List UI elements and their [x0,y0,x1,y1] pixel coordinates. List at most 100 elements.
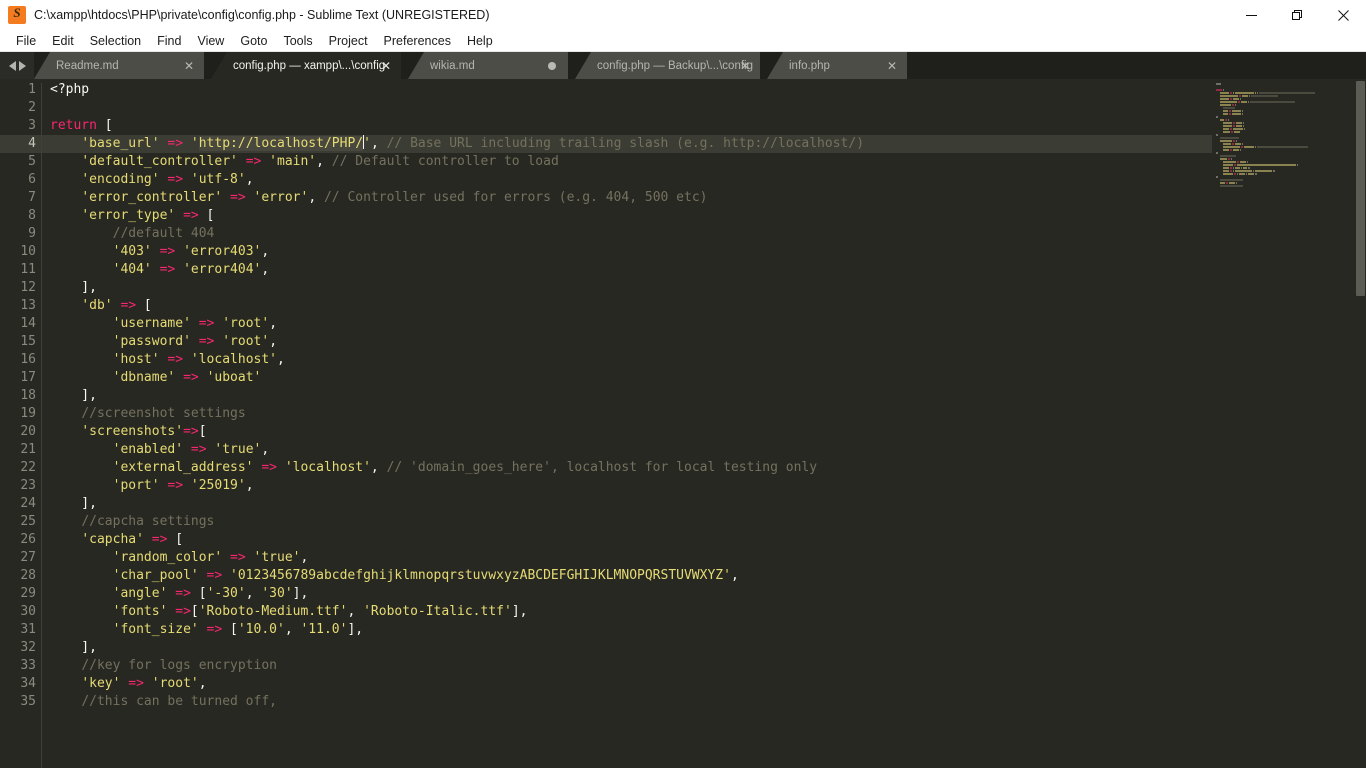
code-line[interactable]: 'random_color' => 'true', [46,549,1366,567]
code-content[interactable]: <?php return [ 'base_url' => 'http://loca… [46,79,1366,768]
token-str: 'error_type' [81,208,175,223]
token-pun: , [269,316,277,331]
code-line[interactable]: 'port' => '25019', [46,477,1366,495]
menu-item-goto[interactable]: Goto [232,32,275,50]
code-line[interactable]: 'char_pool' => '0123456789abcdefghijklmn… [46,567,1366,585]
tab-close-icon[interactable]: ✕ [381,60,391,72]
code-line[interactable]: 'enabled' => 'true', [46,441,1366,459]
code-line[interactable]: //capcha settings [46,513,1366,531]
code-line[interactable]: ], [46,387,1366,405]
code-line[interactable]: '404' => 'error404', [46,261,1366,279]
token-pun: ], [50,496,97,511]
menu-item-selection[interactable]: Selection [82,32,149,50]
tab-close-icon[interactable]: ✕ [740,60,750,72]
code-line[interactable]: 'password' => 'root', [46,333,1366,351]
token-str: '25019' [191,478,246,493]
menu-item-file[interactable]: File [8,32,44,50]
minimap-segment [1220,92,1229,94]
token-str: 'base_url' [81,136,159,151]
code-line[interactable]: 'username' => 'root', [46,315,1366,333]
token-pun: , [285,622,301,637]
arrow-right-icon[interactable] [19,61,26,71]
code-line[interactable]: 'db' => [ [46,297,1366,315]
menu-item-help[interactable]: Help [459,32,501,50]
token-pun: [ [97,118,113,133]
tab-config-php[interactable]: config.php — xampp\...\config✕ [211,52,401,79]
code-line[interactable]: 'external_address' => 'localhost', // 'd… [46,459,1366,477]
code-line[interactable]: //this can be turned off, [46,693,1366,711]
code-line[interactable]: 'angle' => ['-30', '30'], [46,585,1366,603]
tab-label: Readme.md [56,60,119,72]
minimap-segment [1251,95,1278,97]
minimap-segment [1240,98,1241,100]
minimap-segment [1242,113,1243,115]
code-line[interactable]: ], [46,279,1366,297]
minimap-segment [1223,107,1235,109]
token-pun: , [246,586,262,601]
minimap[interactable] [1212,79,1354,768]
horizontal-scrollbar[interactable] [46,759,1354,768]
code-line[interactable]: //screenshot settings [46,405,1366,423]
code-line[interactable]: 'error_type' => [ [46,207,1366,225]
minimap-segment [1235,143,1241,145]
code-line[interactable]: '403' => 'error403', [46,243,1366,261]
code-line[interactable]: //key for logs encryption [46,657,1366,675]
token-str: ' [191,136,199,151]
tab-readme-md[interactable]: Readme.md ✕ [34,52,204,79]
code-line[interactable]: 'encoding' => 'utf-8', [46,171,1366,189]
code-line[interactable]: 'screenshots'=>[ [46,423,1366,441]
token-pun: , [246,478,254,493]
menu-item-edit[interactable]: Edit [44,32,82,50]
line-number: 16 [0,351,46,369]
token-pun [50,298,81,313]
code-line[interactable]: 'base_url' => 'http://localhost/PHP/', /… [46,135,1366,153]
restore-button[interactable] [1274,0,1320,30]
line-number: 12 [0,279,46,297]
menu-item-view[interactable]: View [189,32,232,50]
token-op: => [152,532,168,547]
tab-config-php[interactable]: config.php — Backup\...\config✕ [575,52,760,79]
minimap-segment [1220,98,1229,100]
vertical-scrollbar-thumb[interactable] [1356,81,1365,296]
line-number: 19 [0,405,46,423]
line-number: 33 [0,657,46,675]
token-op: => [160,244,176,259]
code-line[interactable]: return [ [46,117,1366,135]
tab-close-icon[interactable]: ✕ [184,60,194,72]
code-line[interactable]: 'default_controller' => 'main', // Defau… [46,153,1366,171]
minimap-segment [1229,113,1231,115]
code-line[interactable] [46,99,1366,117]
menu-item-tools[interactable]: Tools [275,32,320,50]
token-pun [183,478,191,493]
code-line[interactable]: 'capcha' => [ [46,531,1366,549]
arrow-left-icon[interactable] [9,61,16,71]
menu-item-project[interactable]: Project [321,32,376,50]
token-str: '11.0' [300,622,347,637]
menu-item-find[interactable]: Find [149,32,189,50]
code-line[interactable]: 'font_size' => ['10.0', '11.0'], [46,621,1366,639]
code-line[interactable]: 'fonts' =>['Roboto-Medium.ttf', 'Roboto-… [46,603,1366,621]
code-line[interactable]: 'error_controller' => 'error', // Contro… [46,189,1366,207]
code-line[interactable]: //default 404 [46,225,1366,243]
code-line[interactable]: ], [46,495,1366,513]
vertical-scrollbar[interactable] [1354,79,1366,768]
minimize-button[interactable] [1228,0,1274,30]
tab-separator [568,52,575,79]
tab-wikia-md[interactable]: wikia.md [408,52,568,79]
menu-item-preferences[interactable]: Preferences [376,32,459,50]
tab-separator [760,52,767,79]
minimap-segment [1230,167,1232,169]
tab-close-icon[interactable]: ✕ [887,60,897,72]
code-line[interactable]: 'host' => 'localhost', [46,351,1366,369]
code-line[interactable]: 'dbname' => 'uboat' [46,369,1366,387]
close-button[interactable] [1320,0,1366,30]
token-pun: , [347,604,363,619]
tab-info-php[interactable]: info.php✕ [767,52,907,79]
line-number: 7 [0,189,46,207]
code-line[interactable]: <?php [46,81,1366,99]
code-line[interactable]: ], [46,639,1366,657]
token-pun [50,370,113,385]
tab-navigation[interactable] [0,52,34,79]
code-line[interactable]: 'key' => 'root', [46,675,1366,693]
token-pun [246,550,254,565]
